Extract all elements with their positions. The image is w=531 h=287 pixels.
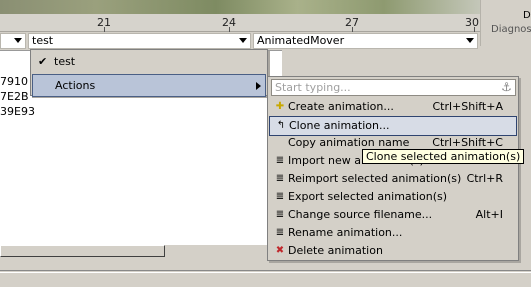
- list-icon: ≣: [275, 191, 285, 202]
- divider: [0, 270, 531, 271]
- chevron-down-icon: [466, 38, 474, 43]
- left-combo[interactable]: [0, 33, 26, 49]
- timeline-tick: 30: [465, 16, 479, 29]
- chevron-down-icon: [239, 38, 247, 43]
- list-icon: ≣: [275, 227, 285, 238]
- submenu-arrow-icon: [256, 82, 261, 90]
- menu-item-test[interactable]: ✔ test: [32, 51, 266, 72]
- animator-combo[interactable]: AnimatedMover: [253, 33, 478, 49]
- menu-item-clone-animation[interactable]: ↰ Clone animation...: [269, 116, 517, 136]
- list-item[interactable]: 7E2B: [0, 90, 29, 103]
- diagnose-label: Diagnose: [491, 24, 531, 35]
- viewport-preview: [0, 0, 480, 14]
- menu-item-create-animation[interactable]: ✚ Create animation... Ctrl+Shift+A: [269, 98, 517, 116]
- chevron-down-icon: [14, 38, 22, 43]
- context-menu: ✔ test Actions: [30, 49, 268, 97]
- list-item[interactable]: 39E93: [0, 105, 35, 118]
- list-icon: ≣: [275, 209, 285, 220]
- menu-item-actions[interactable]: Actions: [32, 74, 266, 97]
- animator-combo-value: AnimatedMover: [257, 34, 345, 47]
- search-input[interactable]: Start typing...: [271, 79, 516, 96]
- actions-submenu: ✚ Create animation... Ctrl+Shift+A ↰ Clo…: [267, 76, 519, 261]
- panel-label-d: D: [523, 10, 531, 21]
- menu-item-label: test: [54, 55, 76, 68]
- combo-row: test AnimatedMover: [0, 32, 480, 50]
- test-combo-value: test: [32, 34, 54, 47]
- menu-item-rename-animation[interactable]: ≣ Rename animation...: [269, 224, 517, 242]
- list-item[interactable]: 7910: [0, 75, 28, 88]
- x-icon: ✖: [275, 245, 285, 256]
- clone-icon: ↰: [276, 120, 286, 131]
- plus-icon: ✚: [275, 101, 285, 112]
- anchor-icon[interactable]: ⚓: [499, 80, 514, 95]
- menu-item-reimport-animations[interactable]: ≣ Reimport selected animation(s) Ctrl+R: [269, 170, 517, 188]
- menu-item-label: Actions: [55, 79, 96, 92]
- right-panel: D Diagnose: [480, 0, 531, 46]
- list-icon: ≣: [275, 173, 285, 184]
- status-bar: [0, 272, 531, 287]
- tooltip: Clone selected animation(s): [362, 149, 525, 164]
- list-icon: ≣: [275, 155, 285, 166]
- menu-item-export-animations[interactable]: ≣ Export selected animation(s): [269, 188, 517, 206]
- test-combo[interactable]: test: [28, 33, 251, 49]
- scrollbar-thumb[interactable]: [0, 245, 165, 257]
- menu-item-delete-animation[interactable]: ✖ Delete animation: [269, 242, 517, 260]
- checkmark-icon: ✔: [38, 55, 48, 68]
- timeline-ruler[interactable]: 21 24 27 30: [0, 14, 480, 32]
- menu-item-change-source-filename[interactable]: ≣ Change source filename... Alt+I: [269, 206, 517, 224]
